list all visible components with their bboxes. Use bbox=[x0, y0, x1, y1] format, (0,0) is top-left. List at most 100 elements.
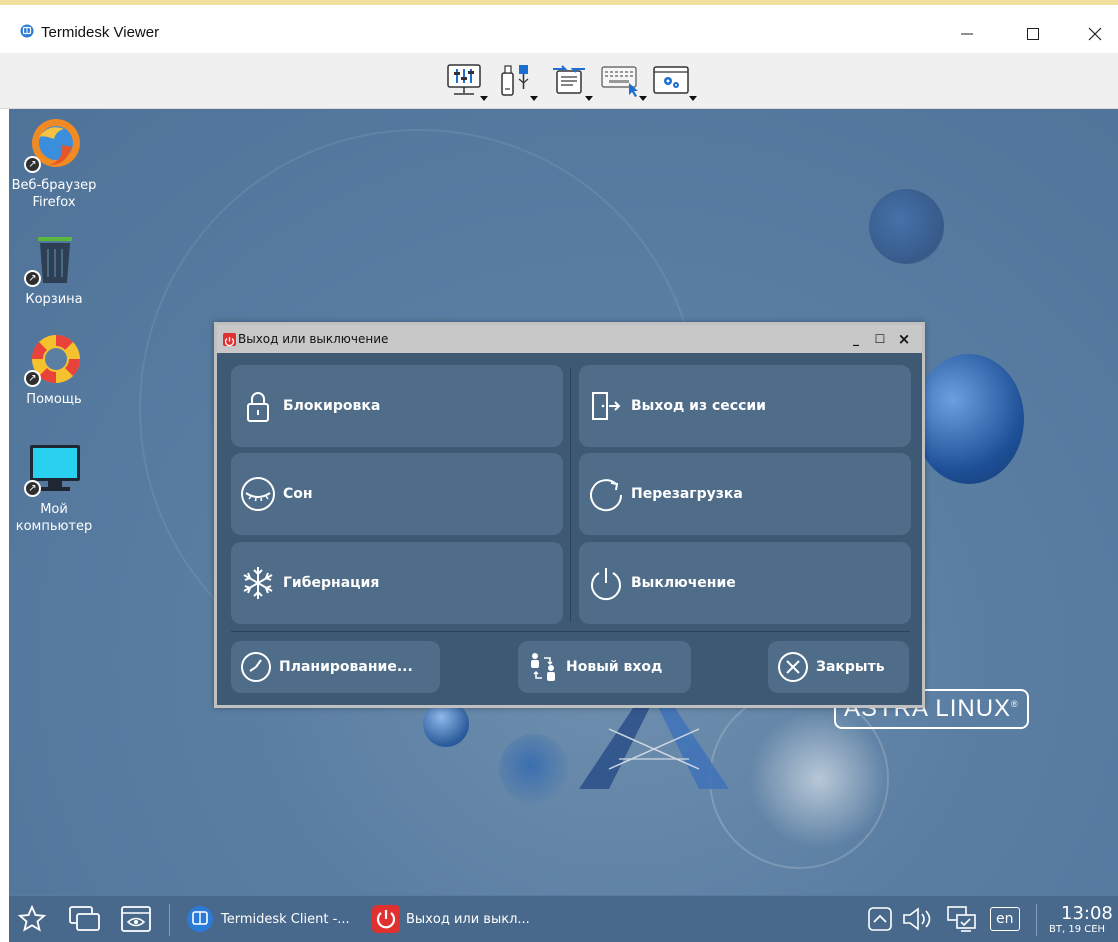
windows-icon bbox=[69, 906, 100, 931]
taskbar-separator bbox=[1036, 904, 1037, 936]
astra-logo-mark: ® bbox=[1011, 699, 1019, 709]
background-tower bbox=[579, 699, 729, 789]
desktop-icon-label: Мой компьютер bbox=[15, 502, 93, 534]
sleep-label: Сон bbox=[283, 486, 313, 502]
dialog-maximize-button[interactable]: ☐ bbox=[873, 331, 887, 347]
desktop-icon-label: Помощь bbox=[26, 392, 82, 407]
schedule-label: Планирование... bbox=[279, 659, 413, 675]
dialog-close-button[interactable]: × bbox=[897, 331, 911, 347]
sleep-button[interactable]: Сон bbox=[231, 453, 563, 535]
firefox-icon: ↗ bbox=[24, 117, 84, 173]
reboot-label: Перезагрузка bbox=[631, 486, 743, 502]
task-logout-dialog[interactable]: Выход или выкл... bbox=[371, 902, 530, 936]
shutdown-label: Выключение bbox=[631, 575, 736, 591]
viewer-toolbar bbox=[0, 53, 1118, 109]
network-icon bbox=[947, 906, 976, 932]
new-login-button[interactable]: Новый вход bbox=[518, 641, 691, 693]
lock-icon bbox=[247, 392, 269, 422]
tray-expand-button[interactable] bbox=[867, 902, 893, 936]
desktop-icon-label: Веб-браузер Firefox bbox=[11, 178, 97, 210]
close-dialog-button[interactable]: Закрыть bbox=[768, 641, 909, 693]
power-icon bbox=[223, 333, 236, 347]
volume-button[interactable] bbox=[901, 902, 937, 936]
maximize-icon bbox=[1027, 28, 1039, 40]
logout-label: Выход из сессии bbox=[631, 398, 766, 414]
taskbar: Termidesk Client -... Выход или выкл... bbox=[9, 895, 1118, 942]
settings-window-tool[interactable] bbox=[653, 63, 697, 103]
dialog-title: Выход или выключение bbox=[238, 332, 389, 346]
termidesk-app-icon bbox=[20, 24, 34, 38]
clock-time[interactable]: 13:08 bbox=[1061, 903, 1113, 924]
power-icon bbox=[372, 905, 400, 933]
show-windows-button[interactable] bbox=[67, 902, 103, 936]
background-glow bbox=[749, 709, 889, 849]
display-settings-icon bbox=[447, 64, 481, 95]
speaker-icon bbox=[903, 907, 931, 931]
computer-icon: ↗ bbox=[24, 441, 84, 497]
settings-window-icon bbox=[653, 66, 689, 94]
close-circle-icon bbox=[778, 652, 808, 682]
lifebuoy-icon: ↗ bbox=[24, 331, 84, 387]
usb-devices-tool[interactable] bbox=[500, 63, 538, 103]
network-button[interactable] bbox=[945, 902, 979, 936]
sleep-icon bbox=[241, 477, 275, 511]
start-menu-button[interactable] bbox=[17, 902, 47, 936]
shutdown-button[interactable]: Выключение bbox=[579, 542, 911, 624]
window-titlebar[interactable]: Termidesk Viewer bbox=[0, 5, 1118, 53]
new-login-label: Новый вход bbox=[566, 659, 663, 675]
background-sphere-large bbox=[914, 354, 1024, 484]
background-sphere bbox=[869, 189, 944, 264]
dialog-minimize-button[interactable]: _ bbox=[849, 331, 863, 347]
maximize-button[interactable] bbox=[1010, 10, 1056, 58]
desktop-icon-help[interactable]: ↗ Помощь bbox=[9, 331, 99, 408]
logout-dialog: Выход или выключение _ ☐ × Блокировка Вы… bbox=[214, 322, 925, 708]
hibernate-button[interactable]: Гибернация bbox=[231, 542, 563, 624]
termidesk-viewer-window: Termidesk Viewer ↗ Веб-браузер Firefox ↗… bbox=[0, 0, 1118, 942]
task-termidesk-client[interactable]: Termidesk Client -... bbox=[185, 902, 350, 936]
switch-user-icon bbox=[531, 653, 555, 681]
snowflake-icon bbox=[243, 567, 273, 599]
show-desktop-button[interactable] bbox=[119, 902, 153, 936]
logout-icon bbox=[592, 392, 621, 420]
usb-devices-icon bbox=[501, 65, 529, 96]
minimize-button[interactable] bbox=[944, 10, 990, 58]
termidesk-icon bbox=[187, 906, 213, 932]
reboot-button[interactable]: Перезагрузка bbox=[579, 453, 911, 535]
reboot-icon bbox=[590, 479, 623, 512]
dialog-divider-vertical bbox=[570, 367, 571, 622]
keyboard-layout-button[interactable]: en bbox=[990, 902, 1020, 936]
hibernate-label: Гибернация bbox=[283, 575, 380, 591]
desktop-icon-label: Корзина bbox=[25, 292, 83, 307]
schedule-button[interactable]: Планирование... bbox=[231, 641, 440, 693]
clipboard-transfer-icon bbox=[553, 65, 585, 94]
desktop-icon-computer[interactable]: ↗ Мой компьютер bbox=[9, 441, 99, 535]
logout-button[interactable]: Выход из сессии bbox=[579, 365, 911, 447]
close-dialog-label: Закрыть bbox=[816, 659, 885, 675]
desktop-eye-icon bbox=[121, 906, 151, 932]
close-window-button[interactable] bbox=[1072, 10, 1118, 58]
taskbar-separator bbox=[169, 904, 170, 936]
lock-label: Блокировка bbox=[283, 398, 381, 414]
desktop-icon-firefox[interactable]: ↗ Веб-браузер Firefox bbox=[9, 117, 99, 211]
dialog-titlebar[interactable]: Выход или выключение _ ☐ × bbox=[217, 325, 922, 353]
shutdown-icon bbox=[591, 568, 621, 601]
dialog-divider-horizontal bbox=[231, 631, 910, 632]
lock-button[interactable]: Блокировка bbox=[231, 365, 563, 447]
minimize-icon bbox=[961, 33, 973, 35]
clipboard-transfer-tool[interactable] bbox=[551, 63, 593, 103]
close-icon bbox=[1088, 27, 1102, 41]
keyboard-tool[interactable] bbox=[601, 63, 647, 103]
star-icon bbox=[17, 904, 47, 932]
remote-desktop[interactable]: ↗ Веб-браузер Firefox ↗ Корзина ↗ Помощь… bbox=[9, 109, 1118, 895]
keyboard-icon bbox=[601, 66, 638, 97]
trash-icon: ↗ bbox=[24, 231, 84, 287]
task-label: Termidesk Client -... bbox=[221, 911, 350, 927]
keyboard-layout-label: en bbox=[990, 907, 1020, 931]
clock-icon bbox=[241, 652, 271, 682]
desktop-icon-trash[interactable]: ↗ Корзина bbox=[9, 231, 99, 308]
window-title: Termidesk Viewer bbox=[41, 24, 160, 41]
chevron-up-icon bbox=[868, 907, 892, 931]
display-settings-tool[interactable] bbox=[446, 63, 488, 103]
clock-date[interactable]: ВТ, 19 СЕН bbox=[1049, 924, 1105, 935]
task-label: Выход или выкл... bbox=[406, 911, 530, 927]
